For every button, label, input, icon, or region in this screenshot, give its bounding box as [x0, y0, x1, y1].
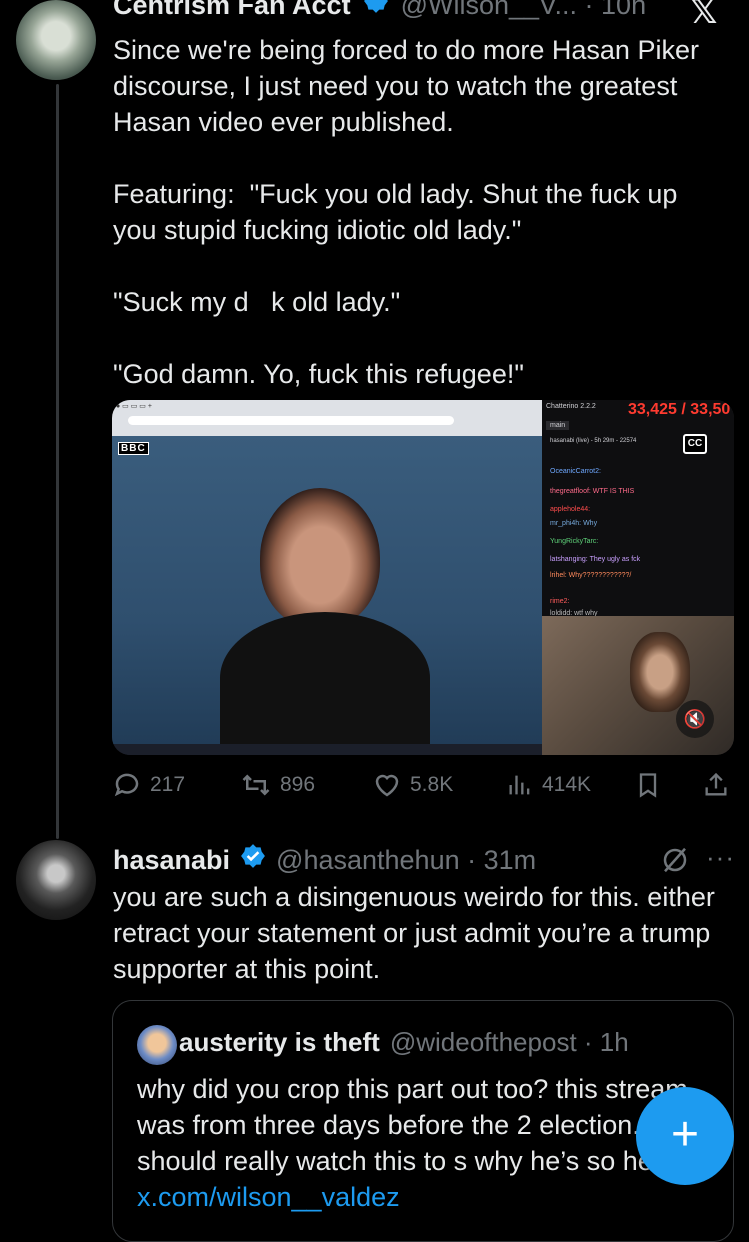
- chat-message: YungRickyTarc:: [550, 538, 599, 545]
- share-button[interactable]: [702, 770, 730, 800]
- reply-text: you are such a disingenuous weirdo for t…: [113, 882, 723, 984]
- avatar[interactable]: [16, 0, 96, 80]
- handle-and-time[interactable]: @hasanthehun · 31m: [276, 845, 536, 876]
- share-icon: [705, 772, 727, 796]
- reply-header: hasanabi @hasanthehun · 31m: [113, 843, 536, 876]
- views-count: 414K: [542, 773, 592, 796]
- tweet-text: Since we're being forced to do more Hasa…: [113, 35, 699, 389]
- heart-icon: [375, 774, 399, 797]
- chat-message: lrihel: Why????????????/: [550, 572, 632, 579]
- verified-badge-icon: [363, 0, 388, 13]
- tweet-media[interactable]: ● ▭ ▭ ▭ + BBC Chatterino 2.2.2 33,425 / …: [112, 400, 734, 755]
- chat-message: latshanging: They ugly as fck: [550, 556, 641, 563]
- reply-button[interactable]: 217: [112, 770, 185, 800]
- windows-taskbar: [112, 744, 542, 755]
- mute-icon[interactable]: 🔇: [676, 700, 714, 738]
- views-chart-icon: [509, 775, 530, 795]
- thread-connector-line: [56, 84, 59, 839]
- repost-icon: [242, 774, 270, 796]
- compose-post-button[interactable]: +: [636, 1087, 734, 1185]
- views-button[interactable]: 414K: [506, 770, 591, 800]
- tweet-action-bar: 217 896 5.8K 414K: [112, 770, 734, 806]
- chat-tab: main: [546, 421, 570, 430]
- browser-tabs: ● ▭ ▭ ▭ +: [116, 403, 152, 410]
- grok-icon[interactable]: [660, 845, 690, 875]
- interviewee-body: [220, 612, 430, 744]
- verified-badge-icon: [241, 844, 265, 868]
- x-logo-icon: 𝕏: [690, 0, 718, 31]
- browser-url-bar: [128, 416, 454, 425]
- streamer-figure: [630, 632, 690, 712]
- chat-message: OceanicCarrot2:: [550, 468, 601, 475]
- reply-count: 217: [150, 773, 186, 796]
- chat-message: applehole44:: [550, 506, 591, 513]
- chat-message: rime2:: [550, 598, 570, 605]
- stream-chat-panel: Chatterino 2.2.2 33,425 / 33,50 main has…: [542, 400, 734, 617]
- tweet-header: Centrism Fan Acct @Wilson__V... · 10h: [113, 0, 646, 21]
- chat-app-title: Chatterino 2.2.2: [546, 403, 596, 410]
- chat-message: mr_phi4h: Why: [550, 520, 598, 527]
- closed-captions-button[interactable]: CC: [683, 434, 707, 454]
- viewer-counter: 33,425 / 33,50: [628, 401, 731, 418]
- interviewee-figure: [260, 488, 380, 628]
- bookmark-button[interactable]: [634, 770, 662, 800]
- reply-icon: [114, 773, 139, 797]
- chat-message: thegreatfloof: WTF IS THIS: [550, 488, 635, 495]
- author-name[interactable]: Centrism Fan Acct: [113, 0, 351, 21]
- avatar[interactable]: [137, 1025, 177, 1065]
- author-name[interactable]: hasanabi: [113, 845, 230, 876]
- browser-chrome: ● ▭ ▭ ▭ +: [112, 400, 542, 436]
- repost-button[interactable]: 896: [240, 770, 315, 800]
- avatar[interactable]: [16, 840, 96, 920]
- quoted-tweet-body: why did you crop this part out too? this…: [137, 1074, 706, 1176]
- handle-and-time[interactable]: @wideofthepost · 1h: [390, 1027, 629, 1058]
- like-button[interactable]: 5.8K: [372, 770, 453, 800]
- quoted-tweet-header: austerity is theft @wideofthepost · 1h: [179, 1027, 629, 1058]
- bookmark-icon: [639, 773, 657, 798]
- author-name[interactable]: austerity is theft: [179, 1027, 380, 1058]
- quoted-tweet-link[interactable]: x.com/wilson__valdez: [137, 1182, 400, 1212]
- bbc-label: BBC: [118, 442, 149, 455]
- chat-status: hasanabi (live) - 5h 29m - 22574: [550, 438, 637, 444]
- like-count: 5.8K: [410, 773, 454, 796]
- repost-count: 896: [280, 773, 316, 796]
- handle-and-time[interactable]: @Wilson__V... · 10h: [401, 0, 647, 21]
- more-options-icon[interactable]: ···: [706, 842, 735, 873]
